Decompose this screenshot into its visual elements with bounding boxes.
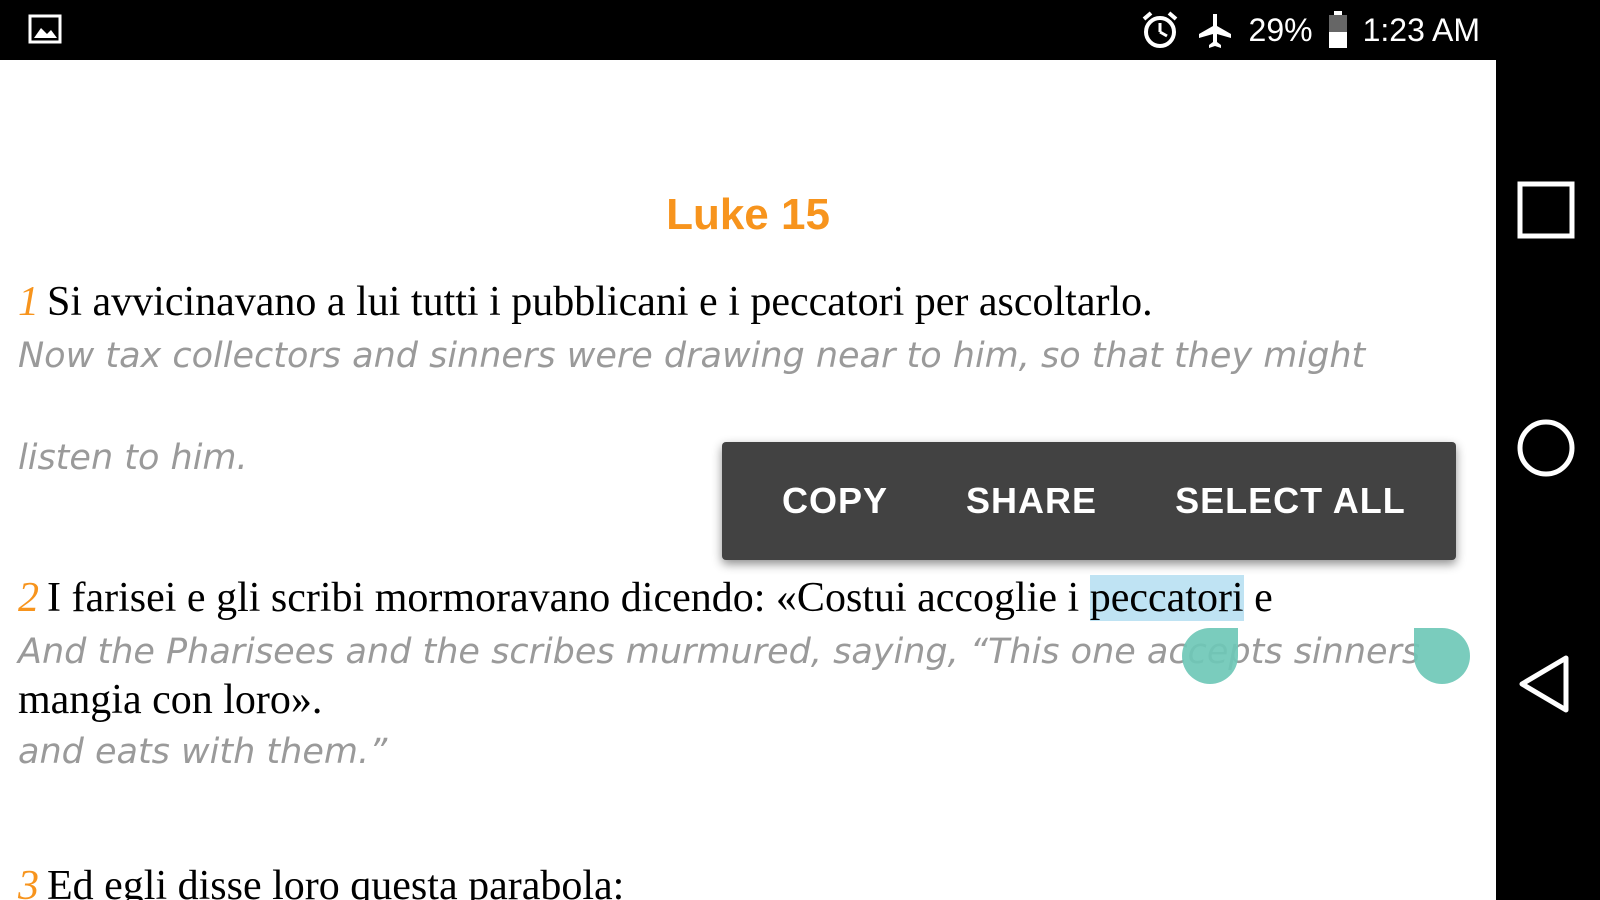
recents-square-icon[interactable]	[1514, 178, 1578, 242]
verse-1-english-line2[interactable]: listen to him.	[18, 438, 248, 478]
selection-start-handle[interactable]	[1182, 628, 1238, 684]
verse-1-italian[interactable]: 1 Si avvicinavano a lui tutti i pubblican…	[18, 278, 1153, 326]
verse-text[interactable]: I farisei e gli scribi mormoravano dicen…	[47, 575, 1090, 621]
verse-1-english-line1[interactable]: Now tax collectors and sinners were draw…	[18, 336, 1365, 376]
verse-2-italian-line2[interactable]: mangia con loro».	[18, 676, 322, 724]
alarm-icon	[1142, 11, 1177, 48]
home-circle-icon[interactable]	[1514, 416, 1578, 480]
text-selection-menu: COPY SHARE SELECT ALL	[722, 442, 1456, 560]
copy-button[interactable]: COPY	[782, 480, 888, 522]
verse-number: 3	[18, 863, 39, 900]
battery-percent: 29%	[1248, 11, 1313, 48]
share-button[interactable]: SHARE	[966, 480, 1097, 522]
airplane-mode-icon	[1198, 14, 1231, 48]
image-icon	[28, 14, 62, 44]
verse-number: 2	[18, 575, 39, 621]
verse-2-english-line2[interactable]: and eats with them.”	[18, 732, 387, 772]
verse-3-italian[interactable]: 3 Ed egli disse loro questa parabola:	[18, 862, 624, 900]
verse-text[interactable]: Ed egli disse loro questa parabola:	[47, 863, 624, 900]
selected-text[interactable]: peccatori	[1089, 575, 1244, 621]
verse-number: 1	[18, 279, 39, 325]
clock: 1:23 AM	[1362, 11, 1480, 48]
chapter-title: Luke 15	[666, 190, 830, 239]
back-triangle-icon[interactable]	[1514, 652, 1578, 716]
status-bar: 29% 1:23 AM	[0, 0, 1600, 60]
navigation-bar	[1496, 60, 1600, 900]
verse-text[interactable]: e	[1244, 575, 1273, 621]
status-icons: 29% 1:23 AM	[1139, 0, 1480, 60]
select-all-button[interactable]: SELECT ALL	[1175, 480, 1406, 522]
selection-end-handle[interactable]	[1414, 628, 1470, 684]
verse-text[interactable]: Si avvicinavano a lui tutti i pubblicani…	[47, 279, 1153, 325]
verse-2-italian[interactable]: 2I farisei e gli scribi mormoravano dice…	[18, 574, 1273, 622]
battery-icon	[1328, 11, 1347, 48]
